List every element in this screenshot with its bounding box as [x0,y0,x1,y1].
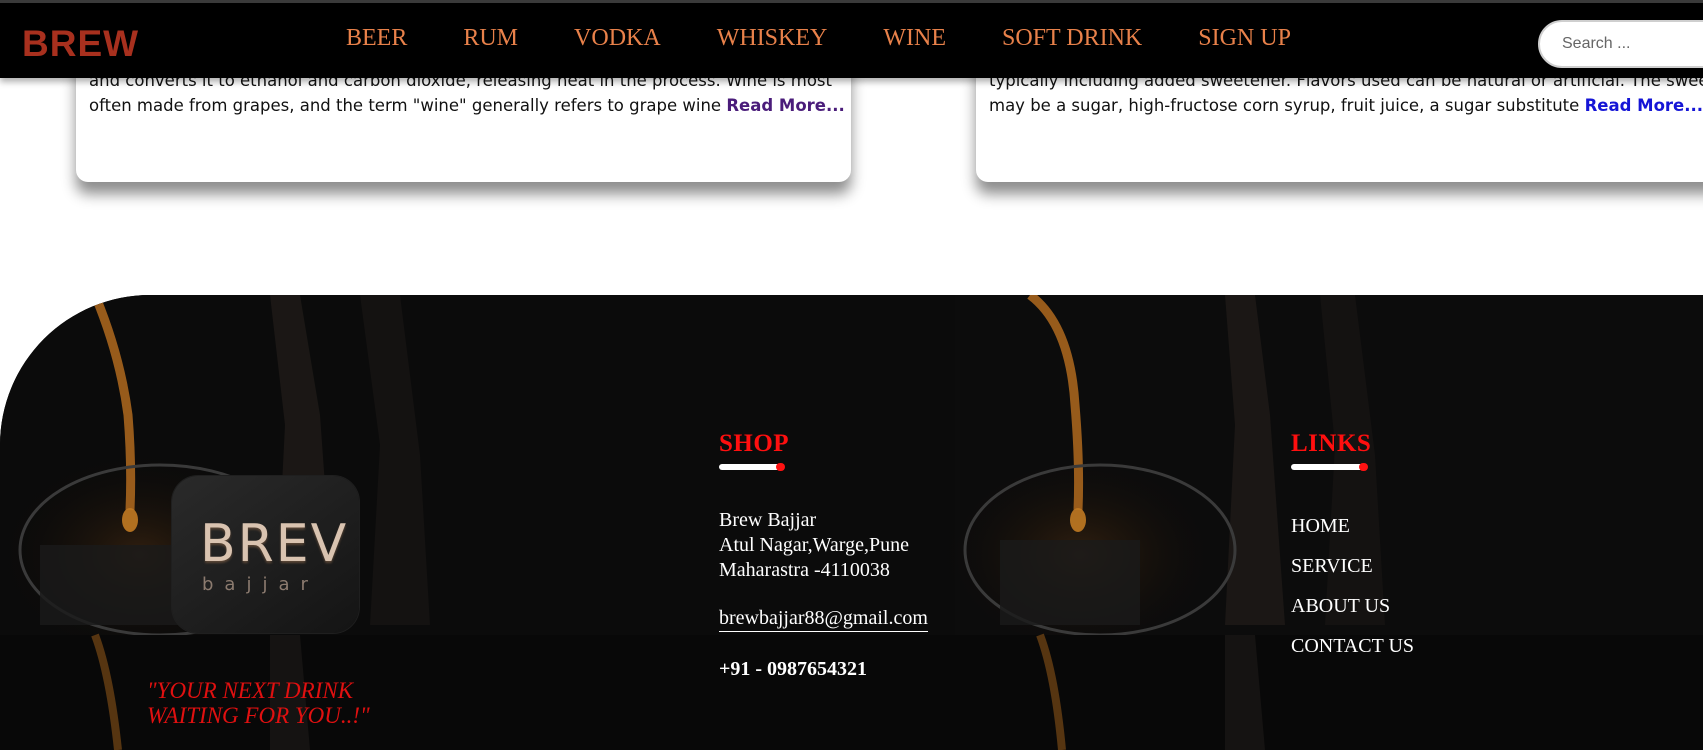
soft-drink-card-text-line2: may be a sugar, high-fructose corn syrup… [989,96,1580,115]
shop-email-link[interactable]: brewbajjar88@gmail.com [719,607,928,632]
footer-link-home[interactable]: HOME [1291,506,1414,546]
footer-link-service[interactable]: SERVICE [1291,546,1414,586]
shop-heading: SHOP [719,430,790,457]
links-heading-underline [1291,463,1368,471]
nav-link-sign-up[interactable]: SIGN UP [1198,25,1291,52]
underline-dot [1359,463,1368,471]
footer-logo-subtext: bajjar [202,574,319,595]
footer-link-contact-us[interactable]: CONTACT US [1291,626,1414,666]
search-input[interactable] [1538,20,1703,68]
address-line1: Brew Bajjar [719,509,817,531]
address-line3: Maharastra -4110038 [719,559,890,581]
nav-link-whiskey[interactable]: WHISKEY [717,25,828,52]
wine-read-more-link[interactable]: Read More... [726,96,844,115]
nav-link-rum[interactable]: RUM [463,25,518,52]
footer-logo-text: BREV [200,514,349,574]
footer-links: HOME SERVICE ABOUT US CONTACT US [1291,506,1414,666]
shop-heading-underline [719,463,785,471]
navbar: BREW BEER RUM VODKA WHISKEY WINE SOFT DR… [0,0,1703,78]
nav-links: BEER RUM VODKA WHISKEY WINE SOFT DRINK S… [346,25,1347,52]
tagline-line1: "YOUR NEXT DRINK [147,678,354,703]
nav-link-soft-drink[interactable]: SOFT DRINK [1002,25,1142,52]
address-line2: Atul Nagar,Warge,Pune [719,534,909,556]
wine-card-text-line2: often made from grapes, and the term "wi… [89,96,722,115]
nav-link-wine[interactable]: WINE [883,25,946,52]
nav-link-vodka[interactable]: VODKA [574,25,661,52]
soft-drink-read-more-link[interactable]: Read More... [1585,96,1703,115]
footer: BREV bajjar "YOUR NEXT DRINK WAITING FOR… [0,295,1703,750]
shop-phone: +91 - 0987654321 [719,658,868,680]
footer-link-about-us[interactable]: ABOUT US [1291,586,1414,626]
underline-dot [776,463,785,471]
footer-tagline: "YOUR NEXT DRINK WAITING FOR YOU..!" [147,678,370,728]
tagline-line2: WAITING FOR YOU..!" [147,703,370,728]
footer-logo[interactable]: BREV bajjar [172,476,359,633]
links-heading: LINKS [1291,430,1372,457]
brand-logo[interactable]: BREW [22,23,139,65]
shop-address: Brew Bajjar Atul Nagar,Warge,Pune Mahara… [719,508,909,583]
nav-link-beer[interactable]: BEER [346,25,407,52]
